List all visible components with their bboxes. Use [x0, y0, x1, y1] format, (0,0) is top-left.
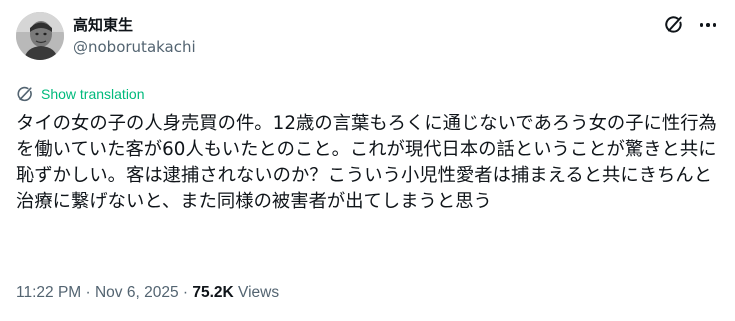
avatar[interactable]: [16, 12, 64, 60]
tweet-text: タイの女の子の人身売買の件。12歳の言葉もろくに通じないであろう女の子に性行為を…: [16, 113, 717, 212]
author-names: 高知東生 @noborutakachi: [73, 15, 196, 57]
show-translation-label[interactable]: Show translation: [41, 86, 145, 102]
grok-button[interactable]: [663, 14, 685, 36]
display-name[interactable]: 高知東生: [73, 15, 196, 35]
header-actions: [663, 14, 719, 36]
views-label: Views: [233, 284, 280, 301]
show-translation-link[interactable]: Show translation: [16, 84, 145, 104]
profile-photo: [16, 12, 64, 60]
globe-translate-icon: [17, 86, 32, 102]
grok-slash-circle-icon: [665, 16, 682, 33]
handle[interactable]: @noborutakachi: [73, 37, 196, 57]
tweet-meta: 11:22 PM · Nov 6, 2025 · 75.2K Views: [16, 283, 279, 303]
tweet-date[interactable]: Nov 6, 2025: [95, 284, 179, 301]
tweet-time[interactable]: 11:22 PM: [16, 284, 81, 301]
tweet-header: 高知東生 @noborutakachi: [16, 12, 719, 64]
views-count[interactable]: 75.2K: [192, 284, 233, 301]
more-dots-icon: [699, 23, 704, 27]
meta-separator: ·: [178, 284, 193, 301]
meta-separator: ·: [81, 284, 95, 301]
more-options-button[interactable]: [697, 14, 719, 36]
